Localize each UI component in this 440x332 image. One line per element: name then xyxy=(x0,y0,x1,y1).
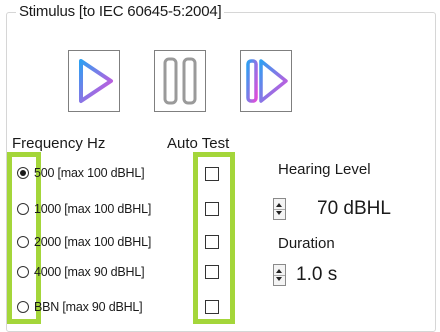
frequency-option-1000[interactable]: 1000 [max 100 dBHL] xyxy=(17,199,151,219)
frequency-option-2000[interactable]: 2000 [max 100 dBHL] xyxy=(17,232,151,252)
frequency-option-bbn[interactable]: BBN [max 90 dBHL] xyxy=(17,297,143,317)
radio-button[interactable] xyxy=(17,236,29,248)
duration-spinner[interactable] xyxy=(273,264,286,286)
frequency-option-label: 1000 [max 100 dBHL] xyxy=(34,202,152,216)
hearing-level-spinner[interactable] xyxy=(273,198,286,220)
frequency-option-4000[interactable]: 4000 [max 90 dBHL] xyxy=(17,262,145,282)
pause-icon xyxy=(163,57,197,105)
frequency-header: Frequency Hz xyxy=(12,135,106,152)
pause-button[interactable] xyxy=(154,50,206,112)
duration-label: Duration xyxy=(278,235,335,252)
auto-test-checkbox-1000[interactable] xyxy=(205,202,219,216)
play-button[interactable] xyxy=(68,50,120,112)
spin-down-icon[interactable] xyxy=(276,277,282,281)
radio-button[interactable] xyxy=(17,301,29,313)
frequency-option-label: 2000 [max 100 dBHL] xyxy=(34,235,152,249)
frequency-option-label: BBN [max 90 dBHL] xyxy=(34,300,143,314)
play-icon xyxy=(79,59,113,103)
auto-test-checkbox-500[interactable] xyxy=(205,167,219,181)
radio-button[interactable] xyxy=(17,203,29,215)
radio-button[interactable] xyxy=(17,266,29,278)
play-next-icon xyxy=(246,59,288,103)
frequency-option-500[interactable]: 500 [max 100 dBHL] xyxy=(17,163,145,183)
spin-up-icon[interactable] xyxy=(276,203,282,207)
auto-test-checkbox-bbn[interactable] xyxy=(205,300,219,314)
spin-down-icon[interactable] xyxy=(276,211,282,215)
frequency-option-label: 4000 [max 90 dBHL] xyxy=(34,265,145,279)
hearing-level-value: 70 dBHL xyxy=(317,198,391,219)
duration-value: 1.0 s xyxy=(296,264,338,285)
stimulus-group-title: Stimulus [to IEC 60645-5:2004] xyxy=(16,3,225,20)
auto-test-header: Auto Test xyxy=(167,135,230,152)
auto-test-checkbox-2000[interactable] xyxy=(205,235,219,249)
hearing-level-label: Hearing Level xyxy=(278,161,371,178)
auto-test-checkbox-4000[interactable] xyxy=(205,265,219,279)
spin-up-icon[interactable] xyxy=(276,269,282,273)
frequency-option-label: 500 [max 100 dBHL] xyxy=(34,166,145,180)
play-next-button[interactable] xyxy=(240,50,292,112)
radio-button-selected[interactable] xyxy=(17,167,29,179)
